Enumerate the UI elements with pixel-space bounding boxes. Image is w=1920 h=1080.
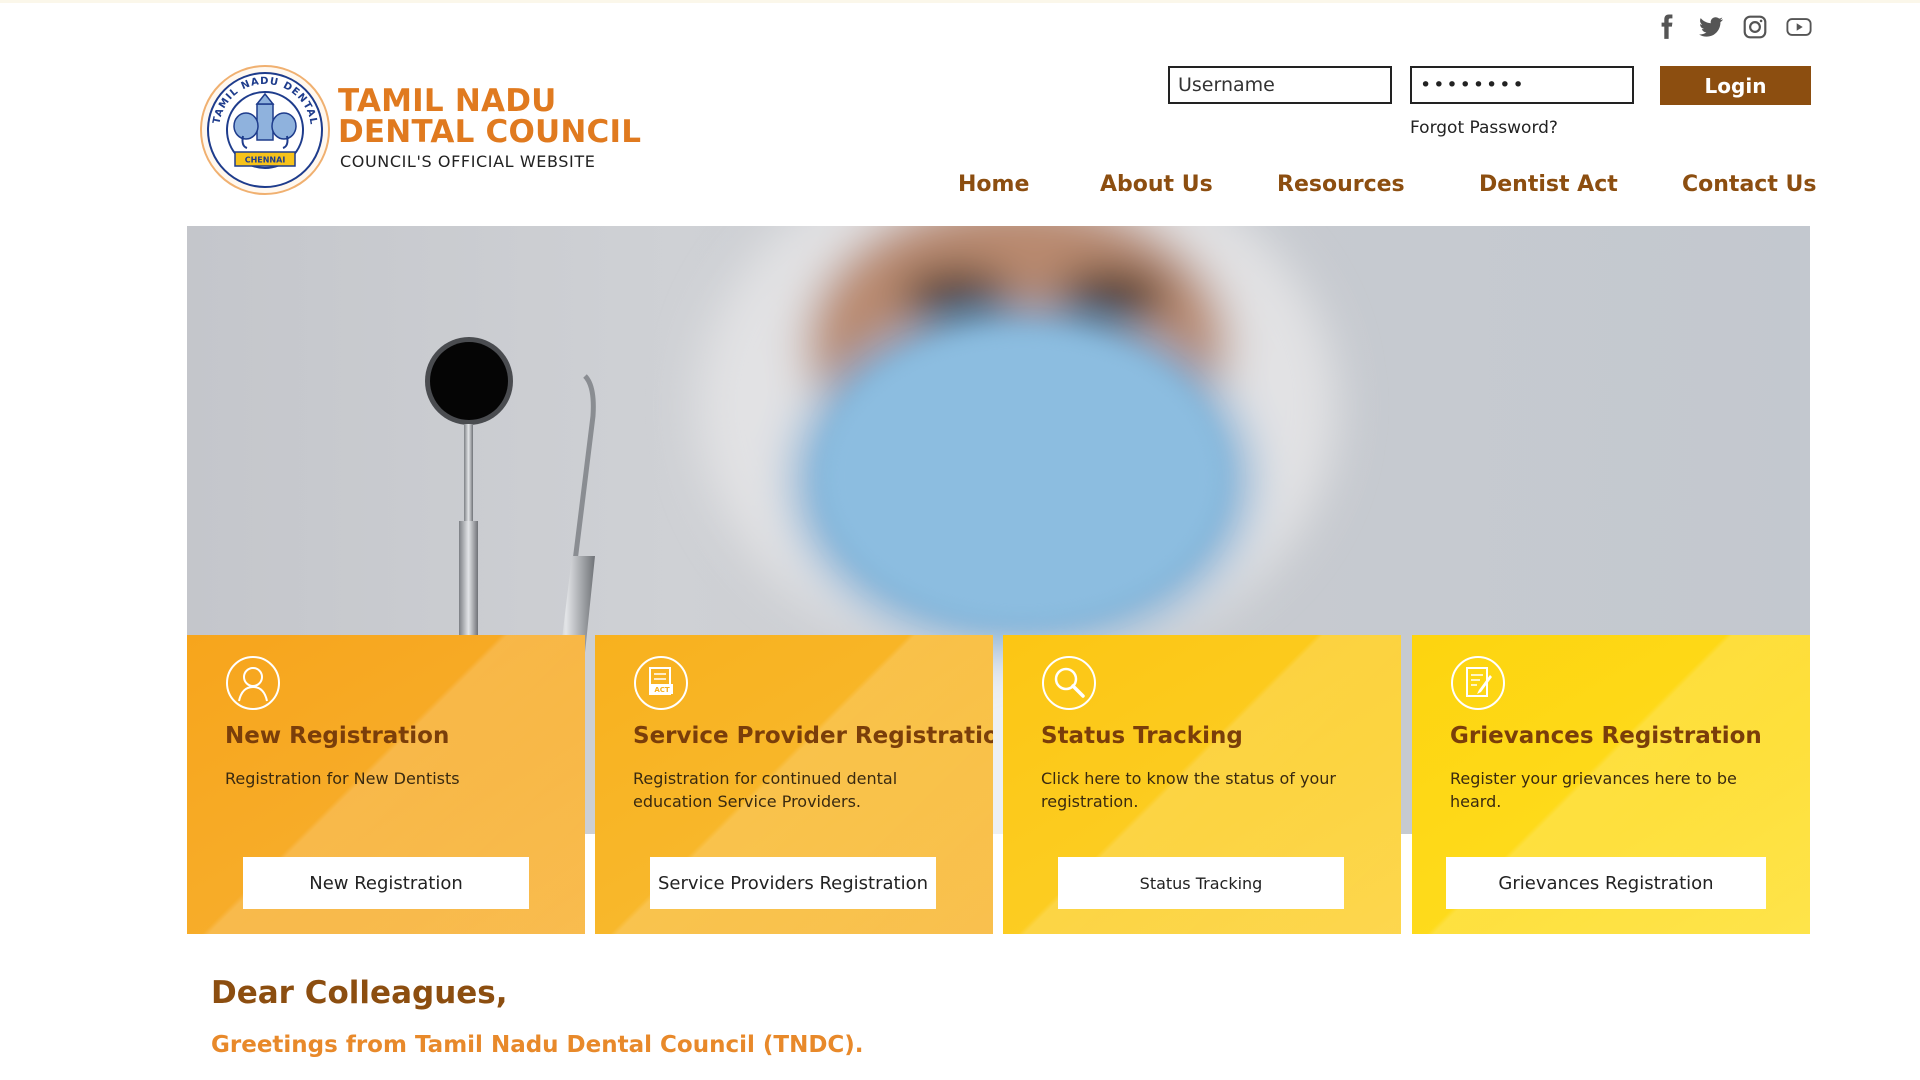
welcome-greeting: Greetings from Tamil Nadu Dental Council… [211,1032,864,1058]
card-description: Registration for continued dental educat… [633,769,898,811]
card-title: New Registration [225,723,450,749]
nav-resources[interactable]: Resources [1277,172,1405,197]
card-new-registration: New Registration Registration for New De… [187,635,585,934]
forgot-password-link[interactable]: Forgot Password? [1410,118,1558,138]
card-status-tracking: Status Tracking Click here to know the s… [1003,635,1401,934]
nav-home[interactable]: Home [958,172,1029,197]
site-title-line1: TAMIL NADU [338,83,557,119]
instagram-icon[interactable] [1740,12,1770,42]
status-tracking-button[interactable]: Status Tracking [1058,857,1344,909]
youtube-icon[interactable] [1784,12,1814,42]
svg-text:CHENNAI: CHENNAI [245,156,286,165]
site-title-line2: DENTAL COUNCIL [338,114,642,150]
card-title: Service Provider Registration [633,723,993,749]
svg-text:ACT: ACT [654,686,670,694]
act-document-icon: ACT [634,656,688,710]
card-description: Registration for New Dentists [225,769,460,788]
username-input[interactable] [1168,66,1392,104]
login-button[interactable]: Login [1660,66,1811,105]
card-title: Grievances Registration [1450,723,1762,749]
top-border [0,0,1920,3]
service-providers-registration-button[interactable]: Service Providers Registration [650,857,936,909]
facebook-icon[interactable] [1652,12,1682,42]
card-title: Status Tracking [1041,723,1243,749]
social-links [1652,12,1814,42]
new-registration-button[interactable]: New Registration [243,857,529,909]
password-input[interactable] [1410,66,1634,104]
main-nav: Home About Us Resources Dentist Act Cont… [0,172,1920,202]
site-subtitle: COUNCIL'S OFFICIAL WEBSITE [340,152,596,171]
card-description: Click here to know the status of your re… [1041,769,1336,811]
welcome-heading: Dear Colleagues, [211,975,508,1011]
user-icon [226,656,280,710]
card-description: Register your grievances here to be hear… [1450,769,1737,811]
site-title: TAMIL NADU DENTAL COUNCIL [338,86,641,148]
nav-about-us[interactable]: About Us [1100,172,1213,197]
card-grievances-registration: Grievances Registration Register your gr… [1412,635,1810,934]
nav-contact-us[interactable]: Contact Us [1682,172,1816,197]
card-service-provider-registration: ACT Service Provider Registration Regist… [595,635,993,934]
twitter-icon[interactable] [1696,12,1726,42]
grievances-registration-button[interactable]: Grievances Registration [1446,857,1766,909]
edit-document-icon [1451,656,1505,710]
nav-dentist-act[interactable]: Dentist Act [1479,172,1618,197]
search-icon [1042,656,1096,710]
